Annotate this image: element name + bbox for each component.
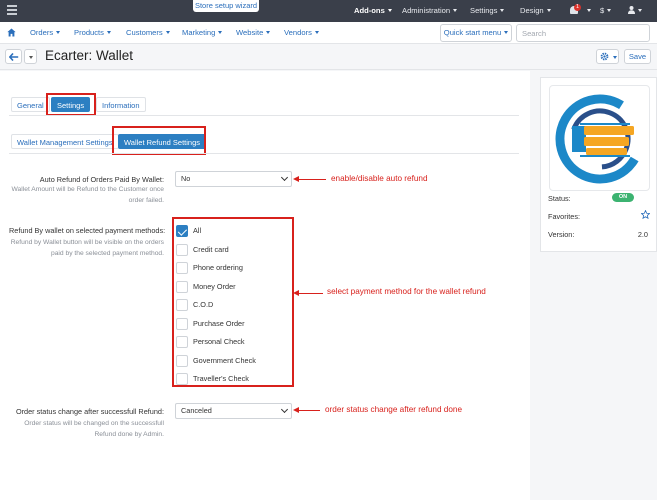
chevron-down-icon <box>29 56 33 59</box>
main-navigation: Orders Products Customers Marketing Webs… <box>0 22 657 44</box>
notifications-caret-icon[interactable] <box>584 0 591 22</box>
payment-option-label: Money Order <box>193 282 236 291</box>
nav-orders[interactable]: Orders <box>30 22 61 44</box>
checkbox-all[interactable] <box>176 225 188 237</box>
addons-menu[interactable]: Add-ons <box>354 0 392 22</box>
settings-label: Settings <box>470 6 498 15</box>
checkbox-credit-card[interactable] <box>176 244 188 256</box>
payment-option-label: Government Check <box>193 356 256 365</box>
nav-marketing-label: Marketing <box>182 28 216 37</box>
nav-products-label: Products <box>74 28 104 37</box>
status-change-label: Order status change after successfull Re… <box>15 407 164 416</box>
status-label: Status: <box>548 194 571 203</box>
save-button[interactable]: Save <box>624 49 651 64</box>
nav-products[interactable]: Products <box>74 22 111 44</box>
administration-menu[interactable]: Administration <box>402 0 458 22</box>
nav-vendors[interactable]: Vendors <box>284 22 319 44</box>
status-change-help: Order status will be changed on the succ… <box>24 420 164 438</box>
star-icon[interactable] <box>641 210 650 219</box>
checkbox-purchase-order[interactable] <box>176 318 188 330</box>
gear-icon <box>600 52 609 61</box>
currency-label: $ <box>600 6 605 15</box>
version-label: Version: <box>548 230 575 239</box>
payment-option-label: Phone ordering <box>193 263 243 272</box>
checkbox-phone-ordering[interactable] <box>176 262 188 274</box>
tab-divider <box>9 115 519 116</box>
annotation-auto-refund: enable/disable auto refund <box>331 174 428 183</box>
hamburger-menu-icon[interactable] <box>7 5 17 16</box>
annotation-arrow-status <box>293 405 320 415</box>
refund-by-wallet-help: Refund by Wallet button will be visible … <box>10 239 164 257</box>
header-dropdown-button[interactable] <box>24 49 37 64</box>
currency-menu[interactable]: $ <box>600 0 612 22</box>
home-icon[interactable] <box>7 28 16 37</box>
refund-tab-highlight <box>112 126 206 155</box>
auto-refund-value: No <box>181 174 191 183</box>
favorites-label: Favorites: <box>548 212 581 221</box>
checkbox-cod[interactable] <box>176 299 188 311</box>
refund-by-wallet-label: Refund By wallet on selected payment met… <box>9 226 166 235</box>
nav-orders-label: Orders <box>30 28 54 37</box>
status-toggle[interactable]: ON <box>612 193 634 202</box>
auto-refund-help: Wallet Amount will be Refund to the Cust… <box>11 186 164 204</box>
quick-start-label: Quick start menu <box>443 28 502 37</box>
settings-tab-highlight <box>46 93 96 116</box>
order-status-select[interactable]: Canceled <box>175 403 292 419</box>
checkbox-travellers-check[interactable] <box>176 373 188 385</box>
arrow-left-icon <box>9 53 19 61</box>
notifications-bell-icon[interactable]: 1 <box>569 4 581 16</box>
settings-gear-button[interactable] <box>596 49 619 64</box>
auto-refund-select[interactable]: No <box>175 171 292 187</box>
payment-option-label: Personal Check <box>193 337 245 346</box>
payment-option-label: Purchase Order <box>193 319 245 328</box>
payment-option-label: Traveller's Check <box>193 374 249 383</box>
page-title: Ecarter: Wallet <box>45 48 134 63</box>
auto-refund-label: Auto Refund of Orders Paid By Wallet: <box>39 175 164 184</box>
payment-option-label: Credit card <box>193 245 229 254</box>
subtab-divider <box>9 153 519 154</box>
nav-vendors-label: Vendors <box>284 28 312 37</box>
payment-methods-list: All Credit card Phone ordering Money Ord… <box>172 217 294 387</box>
annotation-status-change: order status change after refund done <box>325 405 463 414</box>
addon-logo <box>549 85 650 191</box>
tab-general[interactable]: General <box>11 97 50 112</box>
page-header: Ecarter: Wallet Save <box>0 44 657 70</box>
annotation-arrow-payment <box>293 288 323 298</box>
chevron-down-icon <box>280 405 289 414</box>
tab-information[interactable]: Information <box>96 97 146 112</box>
checkbox-government-check[interactable] <box>176 355 188 367</box>
nav-customers[interactable]: Customers <box>126 22 170 44</box>
checkbox-money-order[interactable] <box>176 281 188 293</box>
order-status-value: Canceled <box>181 406 212 415</box>
quick-start-menu-button[interactable]: Quick start menu <box>440 24 512 42</box>
annotation-payment-method: select payment method for the wallet ref… <box>327 287 486 296</box>
user-icon <box>628 6 635 14</box>
addon-info-sidebar: Status: Favorites: Version: 2.0 <box>540 77 657 252</box>
top-admin-bar: Store setup wizard Add-ons Administratio… <box>0 0 657 22</box>
settings-menu[interactable]: Settings <box>470 0 505 22</box>
administration-label: Administration <box>402 6 451 15</box>
design-menu[interactable]: Design <box>520 0 551 22</box>
nav-website[interactable]: Website <box>236 22 271 44</box>
tab-wallet-management-settings[interactable]: Wallet Management Settings <box>11 134 119 149</box>
main-content: General Settings Information Wallet Mana… <box>0 71 530 500</box>
chevron-down-icon <box>280 173 289 182</box>
user-menu[interactable] <box>628 0 642 22</box>
annotation-arrow-auto-refund <box>293 174 326 184</box>
nav-marketing[interactable]: Marketing <box>182 22 223 44</box>
design-label: Design <box>520 6 544 15</box>
addons-label: Add-ons <box>354 6 385 15</box>
store-setup-wizard-button[interactable]: Store setup wizard <box>193 0 259 12</box>
version-value: 2.0 <box>637 230 648 239</box>
checkbox-personal-check[interactable] <box>176 336 188 348</box>
notification-count-badge: 1 <box>574 4 581 11</box>
payment-option-label: All <box>193 226 202 235</box>
wallet-logo-icon <box>555 94 645 184</box>
nav-customers-label: Customers <box>126 28 163 37</box>
search-input[interactable] <box>516 24 650 42</box>
back-button[interactable] <box>5 49 22 64</box>
payment-option-label: C.O.D <box>193 300 214 309</box>
nav-website-label: Website <box>236 28 264 37</box>
